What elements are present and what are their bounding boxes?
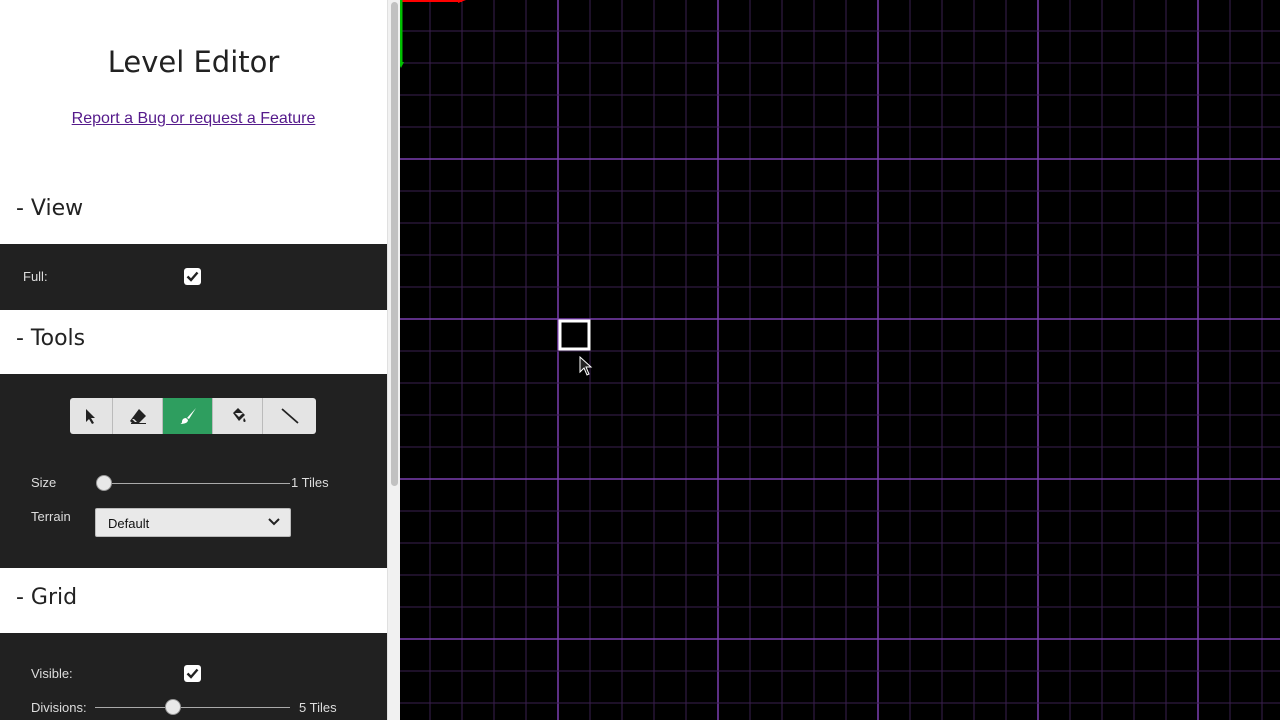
tools-section-title: - Tools — [16, 326, 86, 351]
checkmark-icon — [186, 668, 199, 679]
size-slider-track[interactable] — [104, 483, 290, 484]
tools-panel: Size 1 Tiles Terrain Default — [0, 374, 387, 568]
sidebar-scrollbar[interactable] — [387, 0, 400, 720]
full-label: Full: — [23, 269, 48, 284]
cursor-icon — [86, 408, 95, 424]
checkmark-icon — [186, 271, 199, 282]
line-icon — [280, 408, 299, 424]
brush-tool-button[interactable] — [163, 398, 213, 434]
grid-visible-checkbox[interactable] — [184, 665, 201, 682]
view-panel: Full: — [0, 244, 387, 310]
x-axis-arrow-icon — [458, 0, 466, 3]
full-checkbox[interactable] — [184, 268, 201, 285]
brush-cursor-preview — [558, 319, 591, 351]
divisions-label: Divisions: — [31, 700, 87, 715]
view-section-title: - View — [16, 196, 84, 221]
y-axis-arrow-icon — [400, 62, 404, 68]
fill-tool-button[interactable] — [213, 398, 263, 434]
tools-section-header[interactable]: - Tools — [0, 310, 387, 373]
bug-report-link[interactable]: Report a Bug or request a Feature — [0, 110, 387, 128]
brush-icon — [179, 408, 196, 424]
divisions-value: 5 Tiles — [299, 700, 337, 715]
tool-selector — [70, 398, 316, 434]
terrain-select-value: Default — [108, 516, 150, 531]
grid-panel: Visible: Divisions: 5 Tiles — [0, 633, 387, 720]
line-tool-button[interactable] — [263, 398, 316, 434]
size-slider-thumb[interactable] — [96, 475, 112, 491]
size-value: 1 Tiles — [291, 475, 329, 490]
grid-section-header[interactable]: - Grid — [0, 569, 387, 632]
page-title: Level Editor — [107, 45, 280, 79]
eraser-tool-button[interactable] — [113, 398, 163, 434]
divisions-slider-thumb[interactable] — [165, 699, 181, 715]
size-label: Size — [31, 475, 57, 490]
grid-section-title: - Grid — [16, 585, 78, 610]
eraser-icon — [129, 409, 146, 424]
level-canvas[interactable] — [400, 0, 1280, 720]
fill-bucket-icon — [232, 408, 246, 422]
chevron-down-icon — [268, 518, 280, 526]
mouse-pointer-icon — [579, 355, 593, 376]
view-section-header[interactable]: - View — [0, 180, 387, 242]
grid-visible-label: Visible: — [31, 666, 73, 681]
scrollbar-thumb[interactable] — [391, 2, 398, 486]
sidebar: Level Editor Report a Bug or request a F… — [0, 0, 387, 720]
terrain-select[interactable]: Default — [95, 508, 291, 537]
terrain-label: Terrain — [31, 509, 71, 524]
canvas-overlay — [400, 0, 593, 376]
select-tool-button[interactable] — [70, 398, 113, 434]
divisions-slider-track[interactable] — [95, 707, 290, 708]
